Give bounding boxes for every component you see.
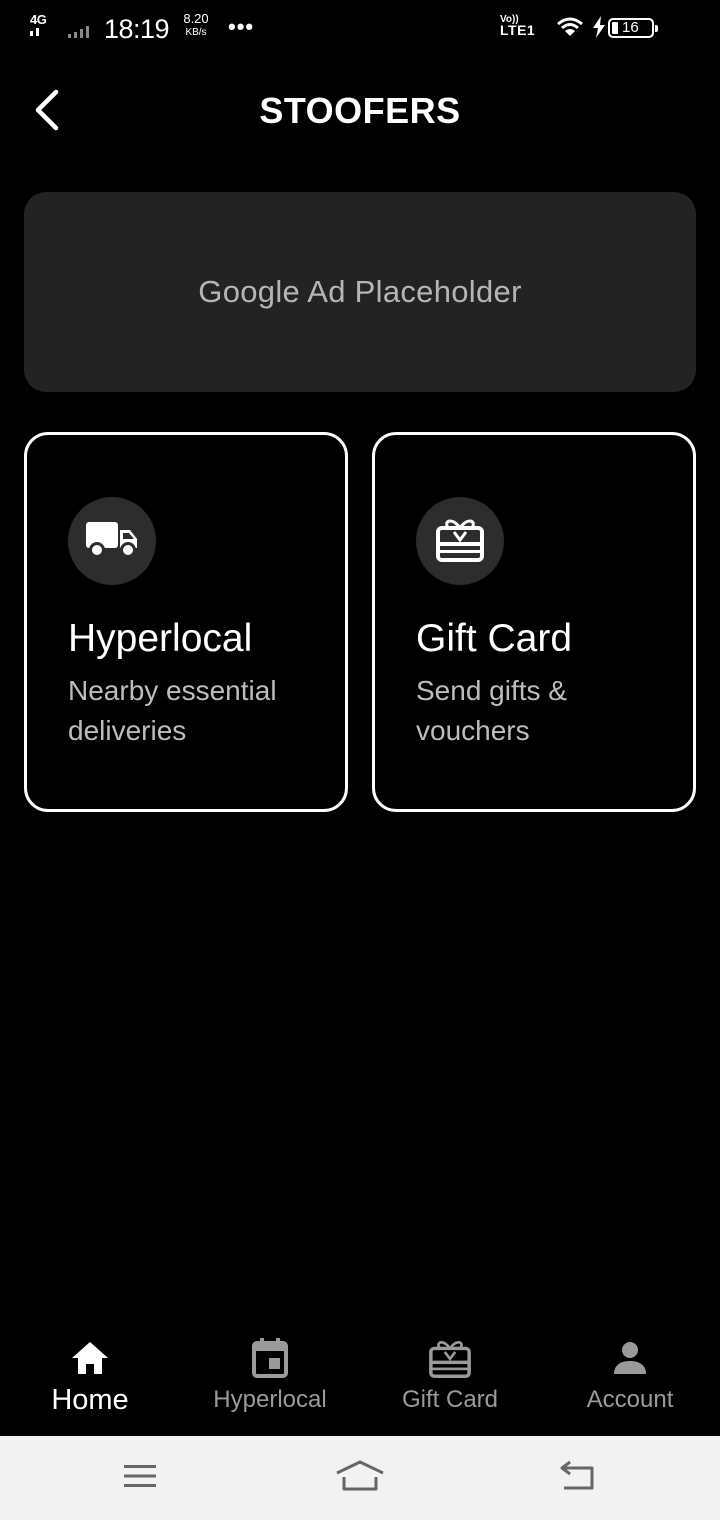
nav-item-account[interactable]: Account — [540, 1320, 720, 1436]
system-menu-button[interactable] — [110, 1458, 170, 1498]
truck-icon — [85, 519, 139, 564]
nav-item-gift-card[interactable]: Gift Card — [360, 1320, 540, 1436]
hyperlocal-card[interactable]: Hyperlocal Nearby essential deliveries — [24, 432, 348, 812]
network-speed: 8.20 KB/s — [176, 12, 216, 40]
hamburger-menu-icon — [122, 1462, 158, 1495]
gift-card-card[interactable]: Gift Card Send gifts & vouchers — [372, 432, 696, 812]
signal-strength-icon — [30, 28, 39, 36]
network-type: 4G — [30, 12, 47, 27]
clock-time: 18:19 — [104, 14, 170, 44]
status-bar-right: Vo)) LTE1 16 — [500, 10, 690, 46]
ad-banner[interactable]: Google Ad Placeholder — [24, 192, 696, 392]
bottom-navigation: Home Hyperlocal Gift Card Account — [0, 1320, 720, 1436]
nav-label-home: Home — [51, 1384, 129, 1416]
nav-label-account: Account — [586, 1386, 674, 1413]
gift-card-card-subtitle: Send gifts & vouchers — [416, 675, 567, 746]
more-notifications-icon: ••• — [228, 14, 255, 39]
gift-card-card-title: Gift Card — [416, 617, 573, 660]
gift-card-icon — [435, 516, 485, 567]
system-back-button[interactable] — [548, 1458, 608, 1498]
home-icon — [0, 1336, 180, 1380]
charging-icon — [592, 16, 606, 43]
app-bar: STOOFERS — [0, 80, 720, 144]
lte-label: LTE1 — [500, 22, 536, 38]
signal-strength-icon-2 — [68, 26, 89, 38]
volte-indicator: Vo)) LTE1 — [500, 14, 536, 38]
network-speed-value: 8.20 — [183, 11, 209, 26]
gift-card-icon — [360, 1336, 540, 1380]
hyperlocal-icon-circle — [68, 497, 156, 585]
network-speed-unit: KB/s — [185, 27, 207, 38]
nav-label-gift-card: Gift Card — [401, 1386, 499, 1413]
nav-item-hyperlocal[interactable]: Hyperlocal — [180, 1320, 360, 1436]
person-icon — [540, 1336, 720, 1380]
battery-fill — [612, 22, 618, 34]
gift-card-icon-circle — [416, 497, 504, 585]
nav-item-home[interactable]: Home — [0, 1320, 180, 1436]
calendar-icon — [180, 1336, 360, 1380]
system-home-button[interactable] — [330, 1458, 390, 1498]
battery-tip — [655, 25, 658, 32]
page-title: STOOFERS — [259, 90, 461, 131]
hyperlocal-card-title: Hyperlocal — [68, 617, 253, 660]
ad-placeholder-text: Google Ad Placeholder — [198, 274, 522, 309]
system-home-icon — [334, 1459, 386, 1498]
status-bar: 4G 18:19 8.20 KB/s ••• Vo)) LTE1 16 — [0, 0, 720, 56]
system-back-icon — [558, 1460, 598, 1497]
battery-icon: 16 — [608, 18, 658, 38]
battery-level: 16 — [622, 19, 639, 36]
hyperlocal-card-subtitle: Nearby essential deliveries — [68, 675, 277, 746]
nav-label-hyperlocal: Hyperlocal — [213, 1386, 327, 1413]
wifi-icon — [556, 16, 584, 43]
system-navigation-bar — [0, 1436, 720, 1520]
app-screen: 4G 18:19 8.20 KB/s ••• Vo)) LTE1 16 STOO… — [0, 0, 720, 1520]
